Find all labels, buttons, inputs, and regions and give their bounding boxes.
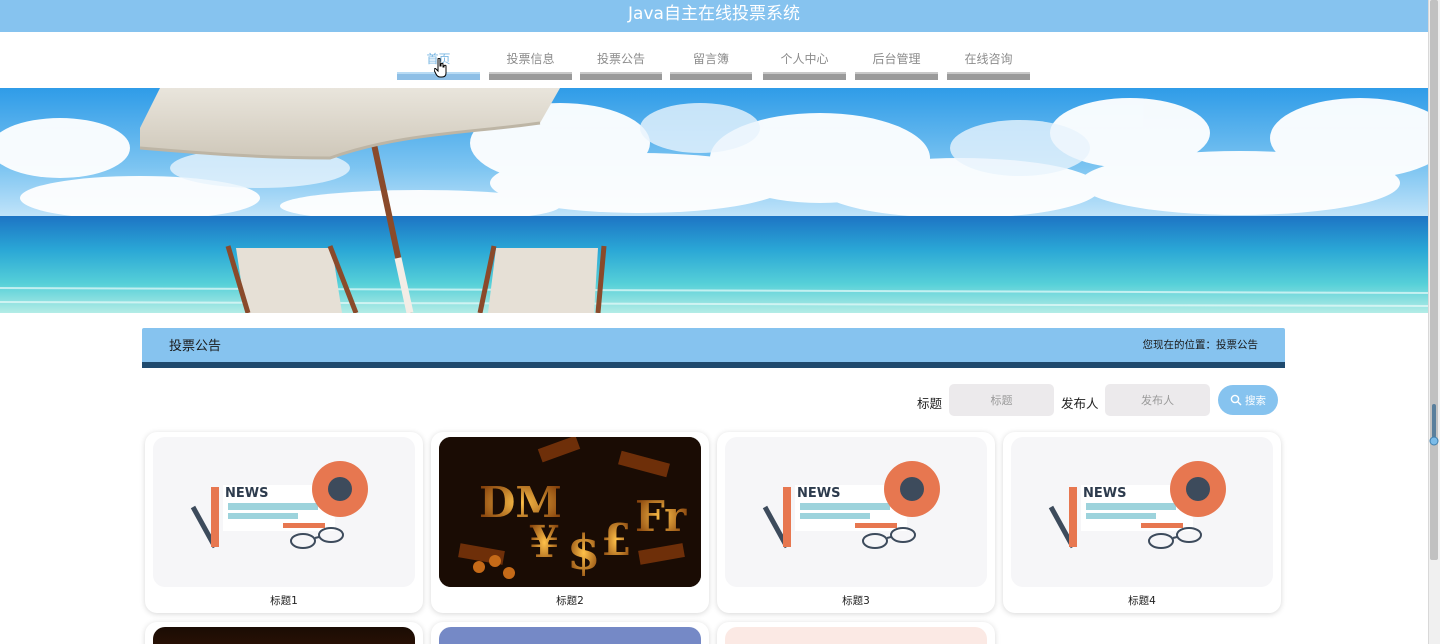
search-button[interactable]: 搜索	[1218, 385, 1278, 415]
nav-item-admin[interactable]: 后台管理	[855, 32, 938, 80]
nav-item-label: 投票信息	[506, 52, 555, 66]
page: Java自主在线投票系统 首页 投票信息 投票公告 留言簿 个人中心 后台管理 …	[0, 0, 1440, 644]
publisher-search-input[interactable]	[1105, 384, 1210, 416]
title-search-input[interactable]	[949, 384, 1054, 416]
news-illustration-image: NEWS	[153, 437, 415, 587]
hero-banner	[0, 88, 1428, 313]
notice-card[interactable]	[145, 622, 423, 644]
card-caption: 标题2	[556, 595, 584, 607]
card-image	[725, 627, 987, 644]
svg-text:NEWS: NEWS	[797, 486, 840, 501]
nav-item-label: 留言簿	[692, 52, 729, 66]
title-filter-label: 标题	[917, 396, 943, 411]
svg-text:Fr: Fr	[635, 492, 687, 541]
notice-card[interactable]	[717, 622, 995, 644]
card-caption: 标题3	[842, 595, 870, 607]
currency-symbols-image: DM ¥ $ £ Fr	[439, 437, 701, 587]
search-button-label: 搜索	[1245, 394, 1266, 407]
hand-cursor-icon	[434, 58, 447, 78]
scrollbar-thumb[interactable]	[1430, 0, 1438, 560]
section-title: 投票公告	[169, 339, 222, 354]
notice-card[interactable]: NEWS 标题4	[1003, 432, 1281, 613]
notice-card[interactable]	[431, 622, 709, 644]
card-caption: 标题1	[270, 595, 298, 607]
svg-text:¥: ¥	[529, 517, 560, 568]
page-scrollbar[interactable]	[1428, 0, 1440, 644]
svg-text:$: $	[567, 525, 600, 581]
card-caption: 标题4	[1128, 595, 1156, 607]
nav-item-guestbook[interactable]: 留言簿	[670, 32, 752, 80]
card-image	[439, 627, 701, 644]
svg-text:£: £	[601, 515, 632, 566]
nav-item-label: 投票公告	[596, 52, 645, 66]
search-icon	[1230, 394, 1242, 406]
notice-card[interactable]: NEWS 标题3	[717, 432, 995, 613]
nav-item-label: 个人中心	[780, 52, 829, 66]
nav-item-online-consult[interactable]: 在线咨询	[947, 32, 1030, 80]
nav-item-personal-center[interactable]: 个人中心	[763, 32, 846, 80]
news-illustration-image: NEWS	[725, 437, 987, 587]
nav-item-label: 在线咨询	[964, 52, 1013, 66]
publisher-filter-label: 发布人	[1061, 396, 1099, 411]
nav-item-label: 后台管理	[872, 52, 921, 66]
main-nav: 首页 投票信息 投票公告 留言簿 个人中心 后台管理 在线咨询	[0, 32, 1428, 88]
section-header: 投票公告 您现在的位置：投票公告	[142, 328, 1285, 368]
app-title: Java自主在线投票系统	[0, 0, 1428, 32]
notice-card[interactable]: DM ¥ $ £ Fr 标题2	[431, 432, 709, 613]
svg-text:NEWS: NEWS	[225, 486, 268, 501]
svg-text:NEWS: NEWS	[1083, 486, 1126, 501]
nav-item-vote-notice[interactable]: 投票公告	[580, 32, 662, 80]
nav-item-vote-info[interactable]: 投票信息	[489, 32, 572, 80]
notice-card[interactable]: NEWS 标题1	[145, 432, 423, 613]
scroll-indicator-icon	[1429, 404, 1439, 446]
beach-banner-image	[0, 88, 1428, 313]
news-illustration-image: NEWS	[1011, 437, 1273, 587]
breadcrumb: 您现在的位置：投票公告	[1142, 339, 1259, 351]
card-image	[153, 627, 415, 644]
